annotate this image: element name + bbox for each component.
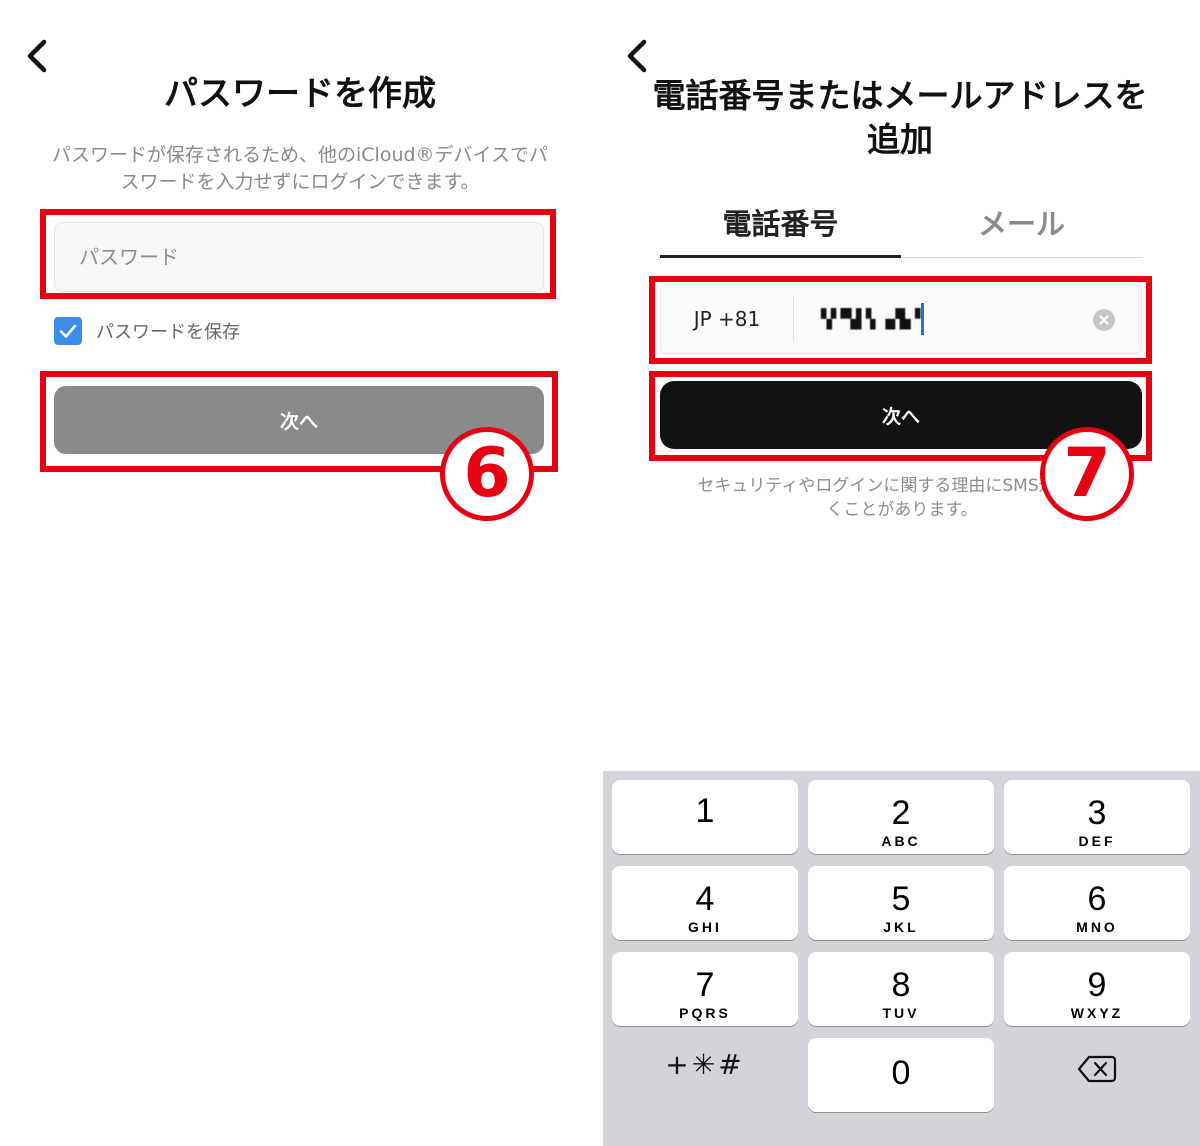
- key-digit: 2: [891, 794, 911, 832]
- key-9[interactable]: 9 WXYZ: [1004, 952, 1190, 1026]
- key-2[interactable]: 2 ABC: [808, 780, 994, 854]
- step-badge-7: 7: [1040, 427, 1134, 521]
- backspace-icon: [1077, 1055, 1117, 1083]
- key-5[interactable]: 5 JKL: [808, 866, 994, 940]
- create-password-screen: パスワードを作成 パスワードが保存されるため、他のiCloud®デバイスでパスワ…: [0, 0, 600, 1146]
- save-password-row[interactable]: パスワードを保存: [54, 316, 240, 346]
- delete-key[interactable]: [1004, 1038, 1190, 1112]
- key-digit: 4: [695, 880, 715, 918]
- active-tab-indicator: [660, 255, 901, 258]
- tab-email[interactable]: メール: [901, 196, 1142, 258]
- key-letters: PQRS: [679, 1005, 731, 1021]
- key-digit: 8: [891, 966, 911, 1004]
- key-letters: GHI: [688, 919, 722, 935]
- back-button[interactable]: [20, 36, 54, 76]
- chevron-left-icon: [627, 39, 647, 73]
- key-1[interactable]: 1: [612, 780, 798, 854]
- key-7[interactable]: 7 PQRS: [612, 952, 798, 1026]
- key-letters: JKL: [883, 919, 919, 935]
- checkmark-icon: [59, 324, 77, 338]
- save-password-checkbox[interactable]: [54, 317, 82, 345]
- tab-phone[interactable]: 電話番号: [660, 196, 901, 258]
- key-letters: MNO: [1076, 919, 1118, 935]
- page-title: パスワードを作成: [164, 74, 436, 114]
- key-digit: 6: [1087, 880, 1107, 918]
- key-digit: 3: [1087, 794, 1107, 832]
- key-letters: ABC: [881, 833, 921, 849]
- key-0[interactable]: 0: [808, 1038, 994, 1112]
- key-symbols[interactable]: +✳#: [612, 1038, 798, 1112]
- key-3[interactable]: 3 DEF: [1004, 780, 1190, 854]
- save-password-label: パスワードを保存: [96, 322, 240, 343]
- key-digit: 1: [695, 792, 715, 830]
- key-digit: 9: [1087, 966, 1107, 1004]
- key-digit: 5: [891, 880, 911, 918]
- numeric-keypad: 1 2 ABC 3 DEF 4 GHI 5 JKL 6 MNO 7 PQRS 8…: [603, 771, 1200, 1146]
- highlight-phone-field: [649, 276, 1152, 364]
- key-digit: 7: [695, 966, 715, 1004]
- back-button[interactable]: [620, 36, 654, 76]
- key-8[interactable]: 8 TUV: [808, 952, 994, 1026]
- key-letters: WXYZ: [1070, 1005, 1124, 1021]
- contact-type-tabs: 電話番号 メール: [660, 196, 1142, 258]
- symbols-label: +✳#: [665, 1048, 745, 1081]
- step-badge-6: 6: [440, 427, 534, 521]
- key-digit: 0: [891, 1054, 911, 1092]
- key-letters: TUV: [882, 1005, 920, 1021]
- key-letters: DEF: [1078, 833, 1116, 849]
- key-4[interactable]: 4 GHI: [612, 866, 798, 940]
- page-title: 電話番号またはメールアドレスを追加: [652, 76, 1148, 159]
- highlight-password-field: [40, 209, 556, 299]
- password-description: パスワードが保存されるため、他のiCloud®デバイスでパスワードを入力せずにロ…: [52, 144, 548, 193]
- chevron-left-icon: [27, 39, 47, 73]
- key-6[interactable]: 6 MNO: [1004, 866, 1190, 940]
